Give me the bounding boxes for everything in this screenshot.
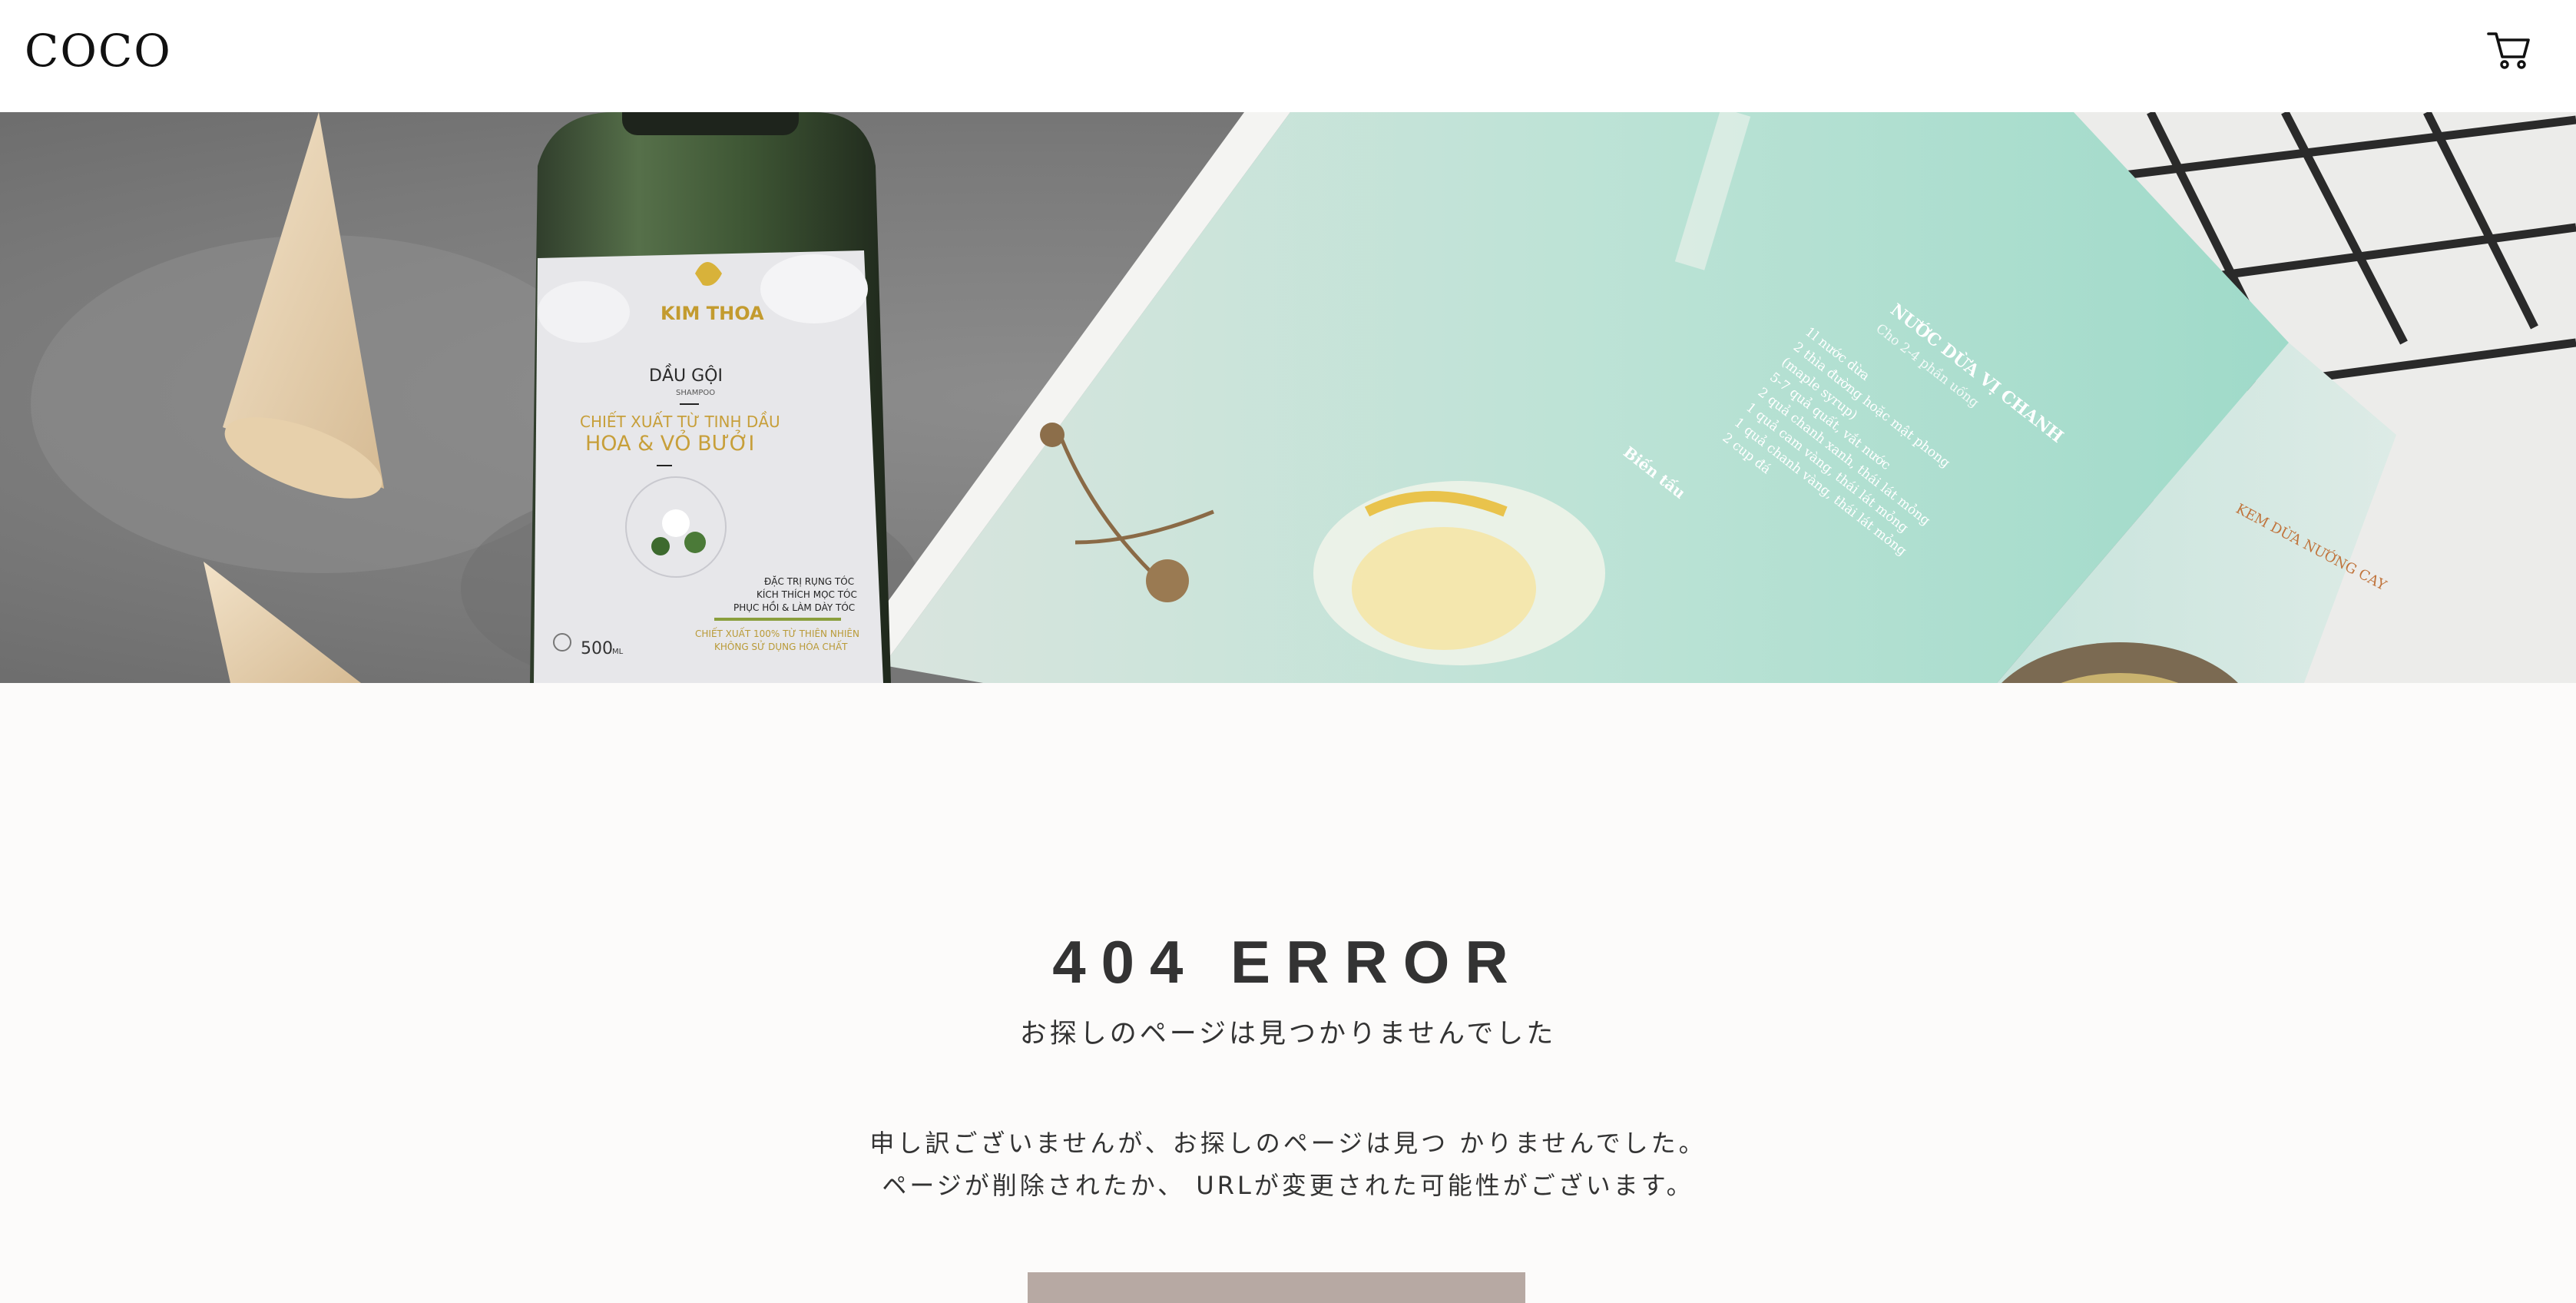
bottle-product: DẦU GỘI: [649, 364, 723, 386]
bottle-natural: KHÔNG SỬ DỤNG HÓA CHẤT: [714, 640, 848, 652]
error-message-line: 申し訳ございませんが、お探しのページは見つ かりませんでした。: [869, 1129, 1707, 1158]
hero-image: NƯỚC DỪA VỊ CHANH Cho 2-4 phần uống 1l n…: [0, 112, 2576, 683]
bottle-natural: CHIẾT XUẤT 100% TỪ THIÊN NHIÊN: [695, 627, 859, 639]
error-section: 404 ERROR お探しのページは見つかりませんでした 申し訳ございませんが、…: [0, 683, 2576, 1303]
site-header: COCO: [0, 0, 2576, 112]
bottle-product-sub: SHAMPOO: [676, 389, 715, 397]
bottle-volume: 500: [581, 639, 613, 658]
error-message-line: ページが削除されたか、 URLが変更された可能性がございます。: [882, 1171, 1694, 1200]
bottle-line1: CHIẾT XUẤT TỪ TINH DẦU: [580, 412, 780, 431]
site-logo[interactable]: COCO: [25, 20, 172, 81]
primary-action-button[interactable]: [1028, 1272, 1525, 1303]
bottle-benefit: PHỤC HỒI & LÀM DÀY TÓC: [733, 601, 855, 613]
bottle-benefit: ĐẶC TRỊ RỤNG TÓC: [764, 575, 854, 587]
error-message: 申し訳ございませんが、お探しのページは見つ かりませんでした。 ページが削除され…: [0, 1122, 2576, 1207]
bottle-benefit: KÍCH THÍCH MỌC TÓC: [757, 589, 857, 600]
bottle-volume-unit: ML: [612, 648, 624, 656]
bottle-line2: HOA & VỎ BƯỞI: [585, 429, 754, 456]
bottle-brand: KIM THOA: [661, 303, 764, 324]
error-title: 404 ERROR: [1052, 928, 1524, 996]
hero-banner: NƯỚC DỪA VỊ CHANH Cho 2-4 phần uống 1l n…: [0, 112, 2576, 683]
cart-icon[interactable]: [2485, 28, 2531, 71]
error-subtitle: お探しのページは見つかりませんでした: [1019, 1019, 1557, 1049]
